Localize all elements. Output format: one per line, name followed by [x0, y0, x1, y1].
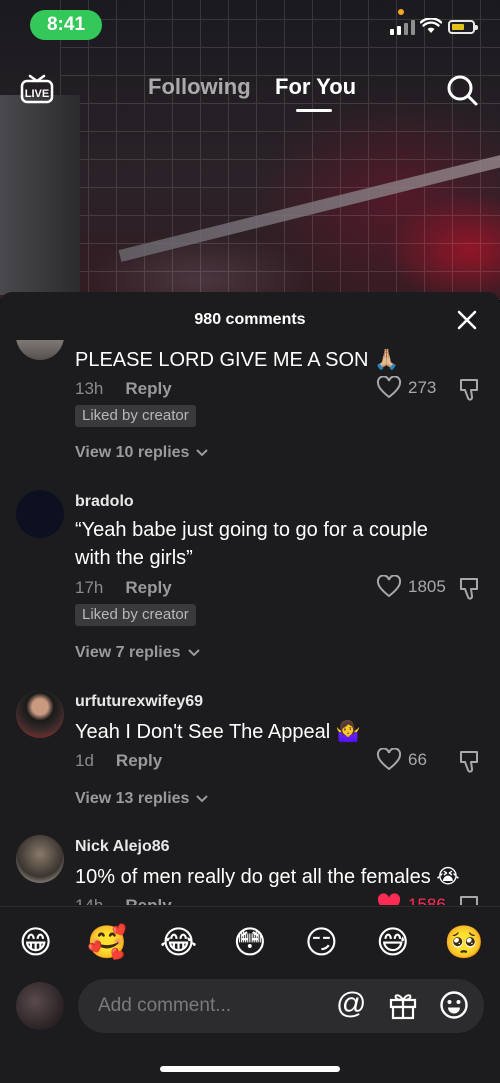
- avatar[interactable]: [16, 835, 64, 883]
- chevron-down-icon: [196, 449, 209, 457]
- comment-time: 1d: [75, 751, 94, 770]
- chevron-down-icon: [187, 649, 200, 657]
- dislike-icon[interactable]: [458, 377, 480, 401]
- mention-at-icon[interactable]: @: [336, 987, 366, 1021]
- tab-following[interactable]: Following: [148, 74, 251, 100]
- avatar[interactable]: [16, 490, 64, 538]
- view-replies-label: View 7 replies: [75, 644, 181, 661]
- chevron-down-icon: [196, 795, 209, 803]
- mic-indicator-dot: [398, 9, 404, 15]
- search-icon[interactable]: [444, 72, 480, 108]
- comment-text: “Yeah babe just going to go for a couple…: [75, 519, 428, 569]
- home-indicator[interactable]: [160, 1066, 340, 1072]
- comments-list[interactable]: PLEASE LORD GIVE ME A SON 🙏🏼 13h Reply L…: [0, 340, 500, 905]
- comment-input-row: @: [0, 976, 500, 1056]
- emoji-grin[interactable]: 😁: [11, 923, 61, 961]
- like-count: 1805: [408, 577, 446, 596]
- comment-time: 17h: [75, 578, 104, 597]
- live-icon[interactable]: LIVE: [20, 72, 54, 104]
- heart-outline-icon: [376, 748, 402, 771]
- comment-time: 13h: [75, 379, 104, 398]
- view-replies-button[interactable]: View 10 replies: [75, 444, 209, 462]
- wifi-icon: [420, 18, 442, 33]
- active-tab-indicator: [296, 109, 332, 112]
- liked-by-creator-badge: Liked by creator: [75, 405, 196, 427]
- liked-by-creator-badge: Liked by creator: [75, 604, 196, 626]
- comment-item: PLEASE LORD GIVE ME A SON 🙏🏼 13h Reply L…: [0, 340, 500, 490]
- like-button[interactable]: 1586: [376, 893, 446, 905]
- like-button[interactable]: 66: [376, 748, 427, 772]
- heart-outline-icon: [376, 575, 402, 598]
- view-replies-label: View 10 replies: [75, 444, 190, 461]
- emoji-pleading[interactable]: 🥺: [439, 923, 489, 961]
- emoji-picker-icon[interactable]: [439, 990, 469, 1020]
- status-time: 8:41: [30, 10, 102, 40]
- gift-icon[interactable]: [388, 990, 418, 1020]
- heart-outline-icon: [376, 376, 402, 399]
- signal-icon: [390, 20, 415, 35]
- avatar[interactable]: [16, 340, 64, 360]
- like-button[interactable]: 273: [376, 376, 436, 400]
- comment-meta: 14h Reply: [75, 896, 172, 905]
- comment-time: 14h: [75, 896, 103, 905]
- emoji-hearts[interactable]: 🥰: [82, 923, 132, 961]
- comment-text: 10% of men really do get all the females…: [75, 866, 460, 888]
- dislike-icon[interactable]: [458, 576, 480, 600]
- view-replies-button[interactable]: View 13 replies: [75, 790, 209, 808]
- comment-text: Yeah I Don't See The Appeal 🤷‍♀️: [75, 721, 361, 743]
- emoji-joy[interactable]: 😂: [154, 923, 204, 961]
- emoji-quick-bar: 😁 🥰 😂 😳 😏 😅 🥺: [0, 906, 500, 977]
- comment-item: urfuturexwifey69 Yeah I Don't See The Ap…: [0, 690, 500, 835]
- like-count: 1586: [408, 895, 446, 905]
- view-replies-label: View 13 replies: [75, 790, 190, 807]
- comment-meta: 17h Reply: [75, 578, 172, 598]
- comment-item: Nick Alejo86 10% of men really do get al…: [0, 835, 500, 905]
- tab-for-you[interactable]: For You: [275, 74, 356, 100]
- comment-username[interactable]: urfuturexwifey69: [75, 693, 203, 711]
- reply-button[interactable]: Reply: [125, 896, 171, 905]
- like-count: 273: [408, 378, 437, 397]
- comment-username[interactable]: Nick Alejo86: [75, 838, 170, 856]
- emoji-flushed[interactable]: 😳: [225, 923, 275, 961]
- dislike-icon[interactable]: [458, 894, 480, 905]
- emoji-smirk[interactable]: 😏: [296, 923, 346, 961]
- comment-username[interactable]: bradolo: [75, 493, 134, 511]
- reply-button[interactable]: Reply: [125, 379, 171, 399]
- my-avatar: [16, 982, 64, 1030]
- dislike-icon[interactable]: [458, 749, 480, 773]
- battery-icon: [448, 20, 478, 34]
- status-bar: 8:41: [0, 0, 500, 50]
- comments-sheet: 980 comments PLEASE LORD GIVE ME A SON 🙏…: [0, 292, 500, 1083]
- heart-filled-icon: [377, 893, 401, 905]
- close-icon[interactable]: [456, 309, 478, 331]
- comment-text: PLEASE LORD GIVE ME A SON 🙏🏼: [75, 349, 399, 371]
- video-wall-decoration: [0, 95, 80, 295]
- svg-text:LIVE: LIVE: [25, 88, 49, 100]
- view-replies-button[interactable]: View 7 replies: [75, 644, 201, 662]
- reply-button[interactable]: Reply: [125, 578, 171, 598]
- comment-meta: 1d Reply: [75, 751, 162, 771]
- avatar[interactable]: [16, 690, 64, 738]
- like-button[interactable]: 1805: [376, 575, 446, 599]
- comment-item: bradolo “Yeah babe just going to go for …: [0, 490, 500, 690]
- emoji-sweat-smile[interactable]: 😅: [368, 923, 418, 961]
- comments-header: 980 comments: [0, 292, 500, 346]
- comment-meta: 13h Reply: [75, 379, 172, 399]
- comment-count-title: 980 comments: [194, 311, 306, 328]
- reply-button[interactable]: Reply: [116, 751, 162, 771]
- add-comment-input[interactable]: [78, 979, 484, 1033]
- like-count: 66: [408, 750, 427, 769]
